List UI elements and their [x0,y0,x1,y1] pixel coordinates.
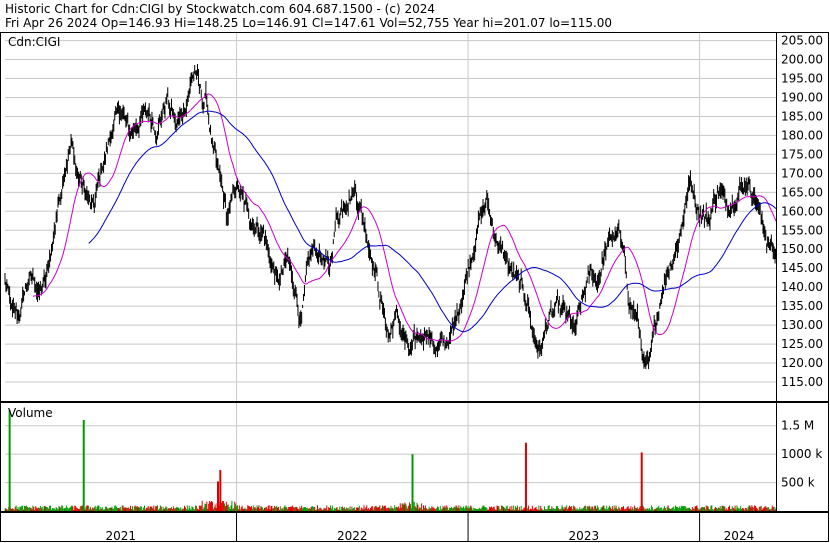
price-tick-label: 130.00 [781,318,823,332]
price-tick-label: 150.00 [781,242,823,256]
chart-canvas: 205.00 200.00 195.00 190.00 185.00 180.00 175.… [0,32,829,543]
price-tick-label: 115.00 [781,375,823,389]
year-label: 2023 [569,529,600,543]
price-tick-label: 165.00 [781,185,823,199]
price-tick-label: 175.00 [781,147,823,161]
price-tick-label: 135.00 [781,299,823,313]
price-tick-label: 190.00 [781,90,823,104]
volume-series [4,409,777,511]
moving-average-short-line [32,93,777,342]
volume-panel-frame [0,402,829,512]
year-label: 2024 [724,529,755,543]
price-tick-label: 160.00 [781,204,823,218]
grid-lines [5,33,776,511]
stock-chart: Historic Chart for Cdn:CIGI by Stockwatc… [0,0,830,543]
moving-average-long-line [88,110,777,333]
price-tick-label: 140.00 [781,280,823,294]
year-label: 2022 [337,529,368,543]
price-tick-label: 145.00 [781,261,823,275]
price-tick-label: 125.00 [781,337,823,351]
volume-tick-label: 1.5 M [781,419,814,433]
price-tick-label: 205.00 [781,34,823,48]
year-label: 2021 [105,529,136,543]
volume-label: Volume [8,406,53,420]
price-tick-label: 185.00 [781,109,823,123]
price-tick-label: 170.00 [781,166,823,180]
price-tick-label: 195.00 [781,72,823,86]
price-tick-label: 200.00 [781,53,823,67]
symbol-label: Cdn:CIGI [8,35,60,49]
price-tick-label: 120.00 [781,356,823,370]
price-tick-label: 155.00 [781,223,823,237]
price-series [4,64,777,370]
volume-tick-label: 500 k [781,476,815,490]
price-tick-label: 180.00 [781,128,823,142]
volume-tick-label: 1000 k [781,447,822,461]
